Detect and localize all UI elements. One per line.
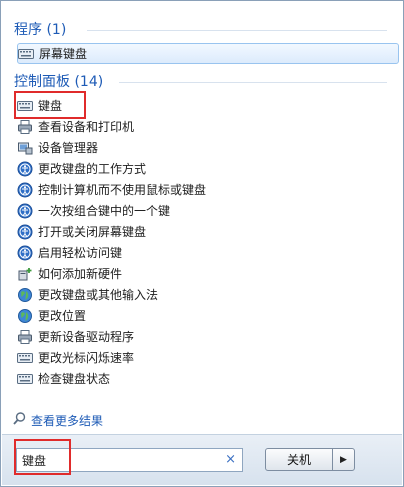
globe-icon: [17, 287, 33, 303]
printer-icon: [17, 119, 33, 135]
divider: [119, 82, 387, 83]
group-header-control-panel: 控制面板 (14): [14, 71, 103, 91]
control-panel-item-label: 更改键盘或其他输入法: [38, 288, 159, 302]
see-more-label: 查看更多结果: [31, 413, 104, 428]
control-panel-item-label: 更新设备驱动程序: [38, 330, 135, 344]
control-panel-item-label: 打开或关闭屏幕键盘: [38, 225, 147, 239]
control-panel-item-label: 查看设备和打印机: [38, 120, 135, 134]
control-panel-item[interactable]: 更改键盘的工作方式: [17, 158, 385, 179]
control-panel-item-label: 一次按组合键中的一个键: [38, 204, 171, 218]
keyboard-icon: [17, 371, 33, 387]
control-panel-item[interactable]: 一次按组合键中的一个键: [17, 200, 385, 221]
ease-of-access-icon: [17, 224, 33, 240]
control-panel-item[interactable]: 打开或关闭屏幕键盘: [17, 221, 385, 242]
control-panel-item[interactable]: 更新设备驱动程序: [17, 326, 385, 347]
start-menu-search-panel: 程序 (1) 屏幕键盘 控制面板 (14) 键盘查看设备和打印机 设备管理器更改键…: [0, 0, 404, 487]
keyboard-icon: [17, 98, 33, 114]
control-panel-item-label: 如何添加新硬件: [38, 267, 123, 281]
divider: [87, 30, 387, 31]
control-panel-item-label: 更改光标闪烁速率: [38, 351, 135, 365]
shutdown-button-group: 关机 ▶: [265, 448, 355, 471]
search-box[interactable]: ×: [16, 448, 243, 472]
hardware-icon: [17, 266, 33, 282]
control-panel-item[interactable]: 检查键盘状态: [17, 368, 385, 389]
device-manager-icon: [17, 140, 33, 156]
program-item-on-screen-keyboard[interactable]: 屏幕键盘: [17, 43, 399, 64]
control-panel-item[interactable]: 更改光标闪烁速率: [17, 347, 385, 368]
control-panel-item[interactable]: 键盘: [17, 95, 385, 116]
globe-icon: [17, 308, 33, 324]
control-panel-item[interactable]: 更改键盘或其他输入法: [17, 284, 385, 305]
control-panel-item[interactable]: 设备管理器: [17, 137, 385, 158]
search-icon: [13, 412, 26, 428]
keyboard-icon: [18, 46, 34, 62]
program-item-label: 屏幕键盘: [39, 47, 88, 61]
ease-of-access-icon: [17, 245, 33, 261]
clear-search-icon[interactable]: ×: [225, 452, 236, 468]
control-panel-item-label: 启用轻松访问键: [38, 246, 123, 260]
control-panel-item[interactable]: 控制计算机而不使用鼠标或键盘: [17, 179, 385, 200]
see-more-results-link[interactable]: 查看更多结果: [13, 411, 103, 429]
group-title-programs: 程序 (1): [14, 22, 67, 38]
group-title-control-panel: 控制面板 (14): [14, 74, 104, 90]
shutdown-button[interactable]: 关机: [266, 449, 332, 470]
control-panel-item-label: 检查键盘状态: [38, 372, 111, 386]
group-header-programs: 程序 (1): [14, 19, 66, 39]
control-panel-item[interactable]: 启用轻松访问键: [17, 242, 385, 263]
control-panel-item-label: 更改键盘的工作方式: [38, 162, 147, 176]
ease-of-access-icon: [17, 182, 33, 198]
control-panel-item-label: 设备管理器: [38, 141, 99, 155]
control-panel-item[interactable]: 如何添加新硬件: [17, 263, 385, 284]
ease-of-access-icon: [17, 161, 33, 177]
search-results: 程序 (1) 屏幕键盘 控制面板 (14) 键盘查看设备和打印机 设备管理器更改键…: [7, 7, 399, 435]
search-input[interactable]: [17, 449, 214, 471]
control-panel-item[interactable]: 更改位置: [17, 305, 385, 326]
keyboard-icon: [17, 350, 33, 366]
control-panel-item[interactable]: 查看设备和打印机: [17, 116, 385, 137]
ease-of-access-icon: [17, 203, 33, 219]
control-panel-item-label: 键盘: [38, 99, 63, 113]
control-panel-item-label: 更改位置: [38, 309, 87, 323]
control-panel-item-label: 控制计算机而不使用鼠标或键盘: [38, 183, 207, 197]
shutdown-options-arrow-icon[interactable]: ▶: [332, 449, 354, 470]
printer-icon: [17, 329, 33, 345]
